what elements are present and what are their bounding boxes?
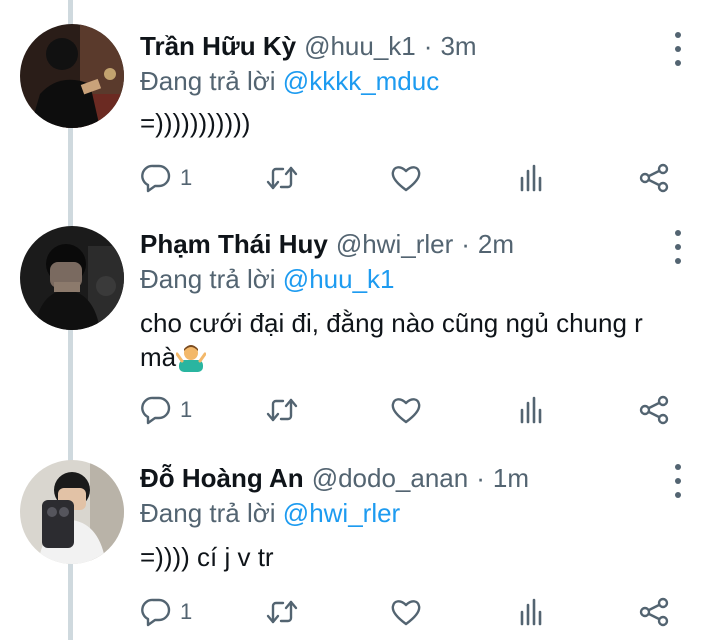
share-icon bbox=[639, 395, 669, 425]
separator: · bbox=[461, 228, 470, 259]
tweet-text: =))))))))))) bbox=[140, 106, 690, 140]
tweet-header: Phạm Thái Huy @hwi_rler · 2m bbox=[140, 226, 514, 262]
display-name[interactable]: Trần Hữu Kỳ bbox=[140, 31, 296, 62]
retweet-button[interactable] bbox=[266, 392, 298, 428]
reply-icon bbox=[141, 164, 171, 193]
like-button[interactable] bbox=[390, 594, 422, 630]
tweet-text-line: =)))) cí j v tr bbox=[140, 542, 274, 572]
more-vertical-icon[interactable] bbox=[668, 464, 688, 498]
retweet-icon bbox=[266, 166, 298, 190]
tweet-header: Trần Hữu Kỳ @huu_k1 · 3m bbox=[140, 28, 477, 64]
handle[interactable]: @hwi_rler bbox=[336, 229, 453, 260]
more-vertical-icon[interactable] bbox=[668, 32, 688, 66]
retweet-button[interactable] bbox=[266, 160, 298, 196]
avatar[interactable] bbox=[20, 24, 124, 128]
replying-prefix: Đang trả lời bbox=[140, 264, 276, 294]
retweet-button[interactable] bbox=[266, 594, 298, 630]
analytics-icon bbox=[520, 598, 542, 626]
separator: · bbox=[476, 462, 485, 493]
timestamp[interactable]: 1m bbox=[493, 463, 529, 494]
replying-to: Đang trả lời @hwi_rler bbox=[140, 498, 400, 529]
reply-count: 1 bbox=[180, 165, 193, 190]
more-vertical-icon[interactable] bbox=[668, 230, 688, 264]
share-button[interactable] bbox=[638, 160, 670, 196]
avatar[interactable] bbox=[20, 460, 124, 564]
reply-button[interactable]: 1 bbox=[140, 594, 192, 630]
tweet-text-line: cho cưới đại đi, đằng nào cũng ngủ chung… bbox=[140, 308, 643, 338]
action-bar: 1 bbox=[140, 594, 680, 630]
views-button[interactable] bbox=[516, 160, 548, 196]
replying-prefix: Đang trả lời bbox=[140, 66, 276, 96]
heart-icon bbox=[391, 600, 421, 626]
heart-icon bbox=[391, 166, 421, 192]
replying-to: Đang trả lời @huu_k1 bbox=[140, 264, 395, 295]
separator: · bbox=[423, 30, 433, 61]
handle[interactable]: @dodo_anan bbox=[312, 463, 469, 494]
retweet-icon bbox=[266, 398, 298, 422]
display-name[interactable]: Phạm Thái Huy bbox=[140, 229, 328, 260]
analytics-icon bbox=[520, 164, 542, 192]
tweet-header: Đỗ Hoàng An @dodo_anan · 1m bbox=[140, 460, 529, 496]
share-icon bbox=[639, 597, 669, 627]
like-button[interactable] bbox=[390, 160, 422, 196]
tweet-text: =)))) cí j v tr bbox=[140, 540, 690, 574]
views-button[interactable] bbox=[516, 392, 548, 428]
views-button[interactable] bbox=[516, 594, 548, 630]
display-name[interactable]: Đỗ Hoàng An bbox=[140, 463, 304, 494]
replying-to: Đang trả lời @kkkk_mduc bbox=[140, 66, 439, 97]
reply-button[interactable]: 1 bbox=[140, 392, 192, 428]
mention-link[interactable]: @kkkk_mduc bbox=[283, 66, 439, 96]
heart-icon bbox=[391, 398, 421, 424]
timestamp[interactable]: 2m bbox=[478, 229, 514, 260]
tweet-text: cho cưới đại đi, đằng nào cũng ngủ chung… bbox=[140, 306, 690, 374]
share-icon bbox=[639, 163, 669, 193]
avatar[interactable] bbox=[20, 226, 124, 330]
share-button[interactable] bbox=[638, 392, 670, 428]
retweet-icon bbox=[266, 600, 298, 624]
mention-link[interactable]: @hwi_rler bbox=[283, 498, 400, 528]
person-shrugging-emoji bbox=[176, 345, 207, 372]
tweet-text-line: =))))))))))) bbox=[140, 108, 251, 138]
share-button[interactable] bbox=[638, 594, 670, 630]
reply-count: 1 bbox=[180, 397, 193, 422]
reply-button[interactable]: 1 bbox=[140, 160, 192, 196]
reply-icon bbox=[141, 598, 171, 627]
reply-icon bbox=[141, 396, 171, 425]
like-button[interactable] bbox=[390, 392, 422, 428]
tweet-text-line-2: mà bbox=[140, 340, 690, 374]
tweet-text-word: mà bbox=[140, 342, 177, 372]
timestamp[interactable]: 3m bbox=[440, 31, 476, 62]
replying-prefix: Đang trả lời bbox=[140, 498, 276, 528]
action-bar: 1 bbox=[140, 160, 680, 196]
handle[interactable]: @huu_k1 bbox=[304, 31, 416, 62]
action-bar: 1 bbox=[140, 392, 680, 428]
mention-link[interactable]: @huu_k1 bbox=[283, 264, 395, 294]
reply-count: 1 bbox=[180, 599, 193, 624]
analytics-icon bbox=[520, 396, 542, 424]
